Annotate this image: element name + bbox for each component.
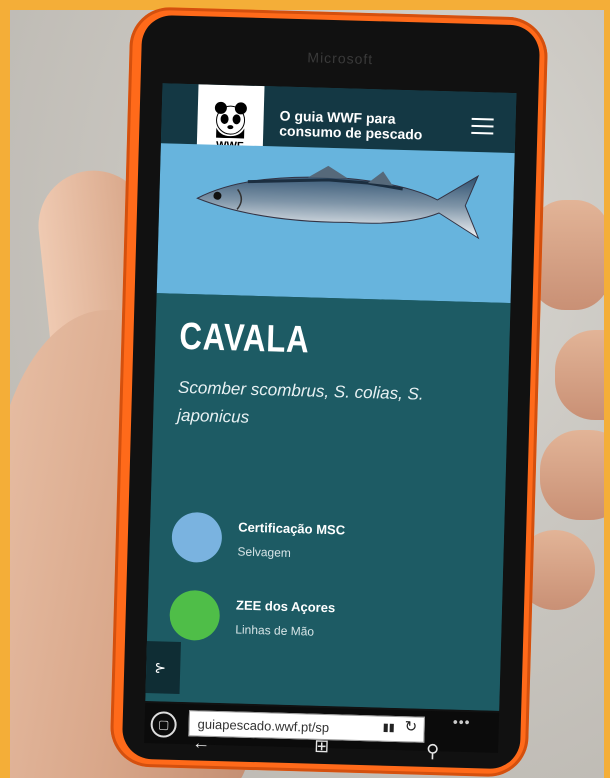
mackerel-fish-illustration xyxy=(196,165,480,240)
back-arrow-icon[interactable]: ← xyxy=(192,732,211,753)
phone: Microsoft WWF O guia WWF para consumo xyxy=(109,6,549,778)
more-options-icon[interactable]: ••• xyxy=(453,714,471,730)
panda-icon xyxy=(214,101,247,139)
refresh-icon[interactable]: ↻ xyxy=(404,717,417,735)
windows-logo-icon[interactable]: ⊞ xyxy=(314,736,330,757)
reading-view-icon[interactable]: ▮▮ xyxy=(382,721,394,734)
hand-finger xyxy=(540,430,604,520)
phone-brand: Microsoft xyxy=(307,49,374,68)
phone-screen: WWF O guia WWF para consumo de pescado xyxy=(145,83,517,711)
hero-image xyxy=(156,143,515,304)
tabs-icon[interactable]: ▢ xyxy=(150,711,178,738)
species-name: CAVALA xyxy=(178,315,311,362)
phone-front: Microsoft WWF O guia WWF para consumo xyxy=(121,14,541,770)
list-item[interactable]: ZEE dos Açores Linhas de Mão xyxy=(169,589,336,645)
species-content: CAVALA Scomber scombrus, S. colias, S. j… xyxy=(145,293,511,711)
hamburger-menu-icon[interactable] xyxy=(471,117,494,135)
list-item[interactable]: Certificação MSC Selvagem xyxy=(171,511,346,567)
status-dot-green xyxy=(169,589,221,642)
app-header: WWF O guia WWF para consumo de pescado xyxy=(160,83,517,167)
status-dot-blue xyxy=(171,511,223,564)
hand-finger xyxy=(555,330,604,420)
search-icon[interactable]: ⚲ xyxy=(426,741,440,762)
app-title: O guia WWF para consumo de pescado xyxy=(279,107,423,143)
certification-title: Certificação MSC xyxy=(237,519,346,537)
share-tab-icon[interactable]: ⊱ xyxy=(145,640,181,694)
certification-subtitle: Linhas de Mão xyxy=(235,621,315,639)
certification-title: ZEE dos Açores xyxy=(235,596,336,615)
certification-subtitle: Selvagem xyxy=(237,544,292,560)
scientific-name: Scomber scombrus, S. colias, S. japonicu… xyxy=(177,377,424,427)
